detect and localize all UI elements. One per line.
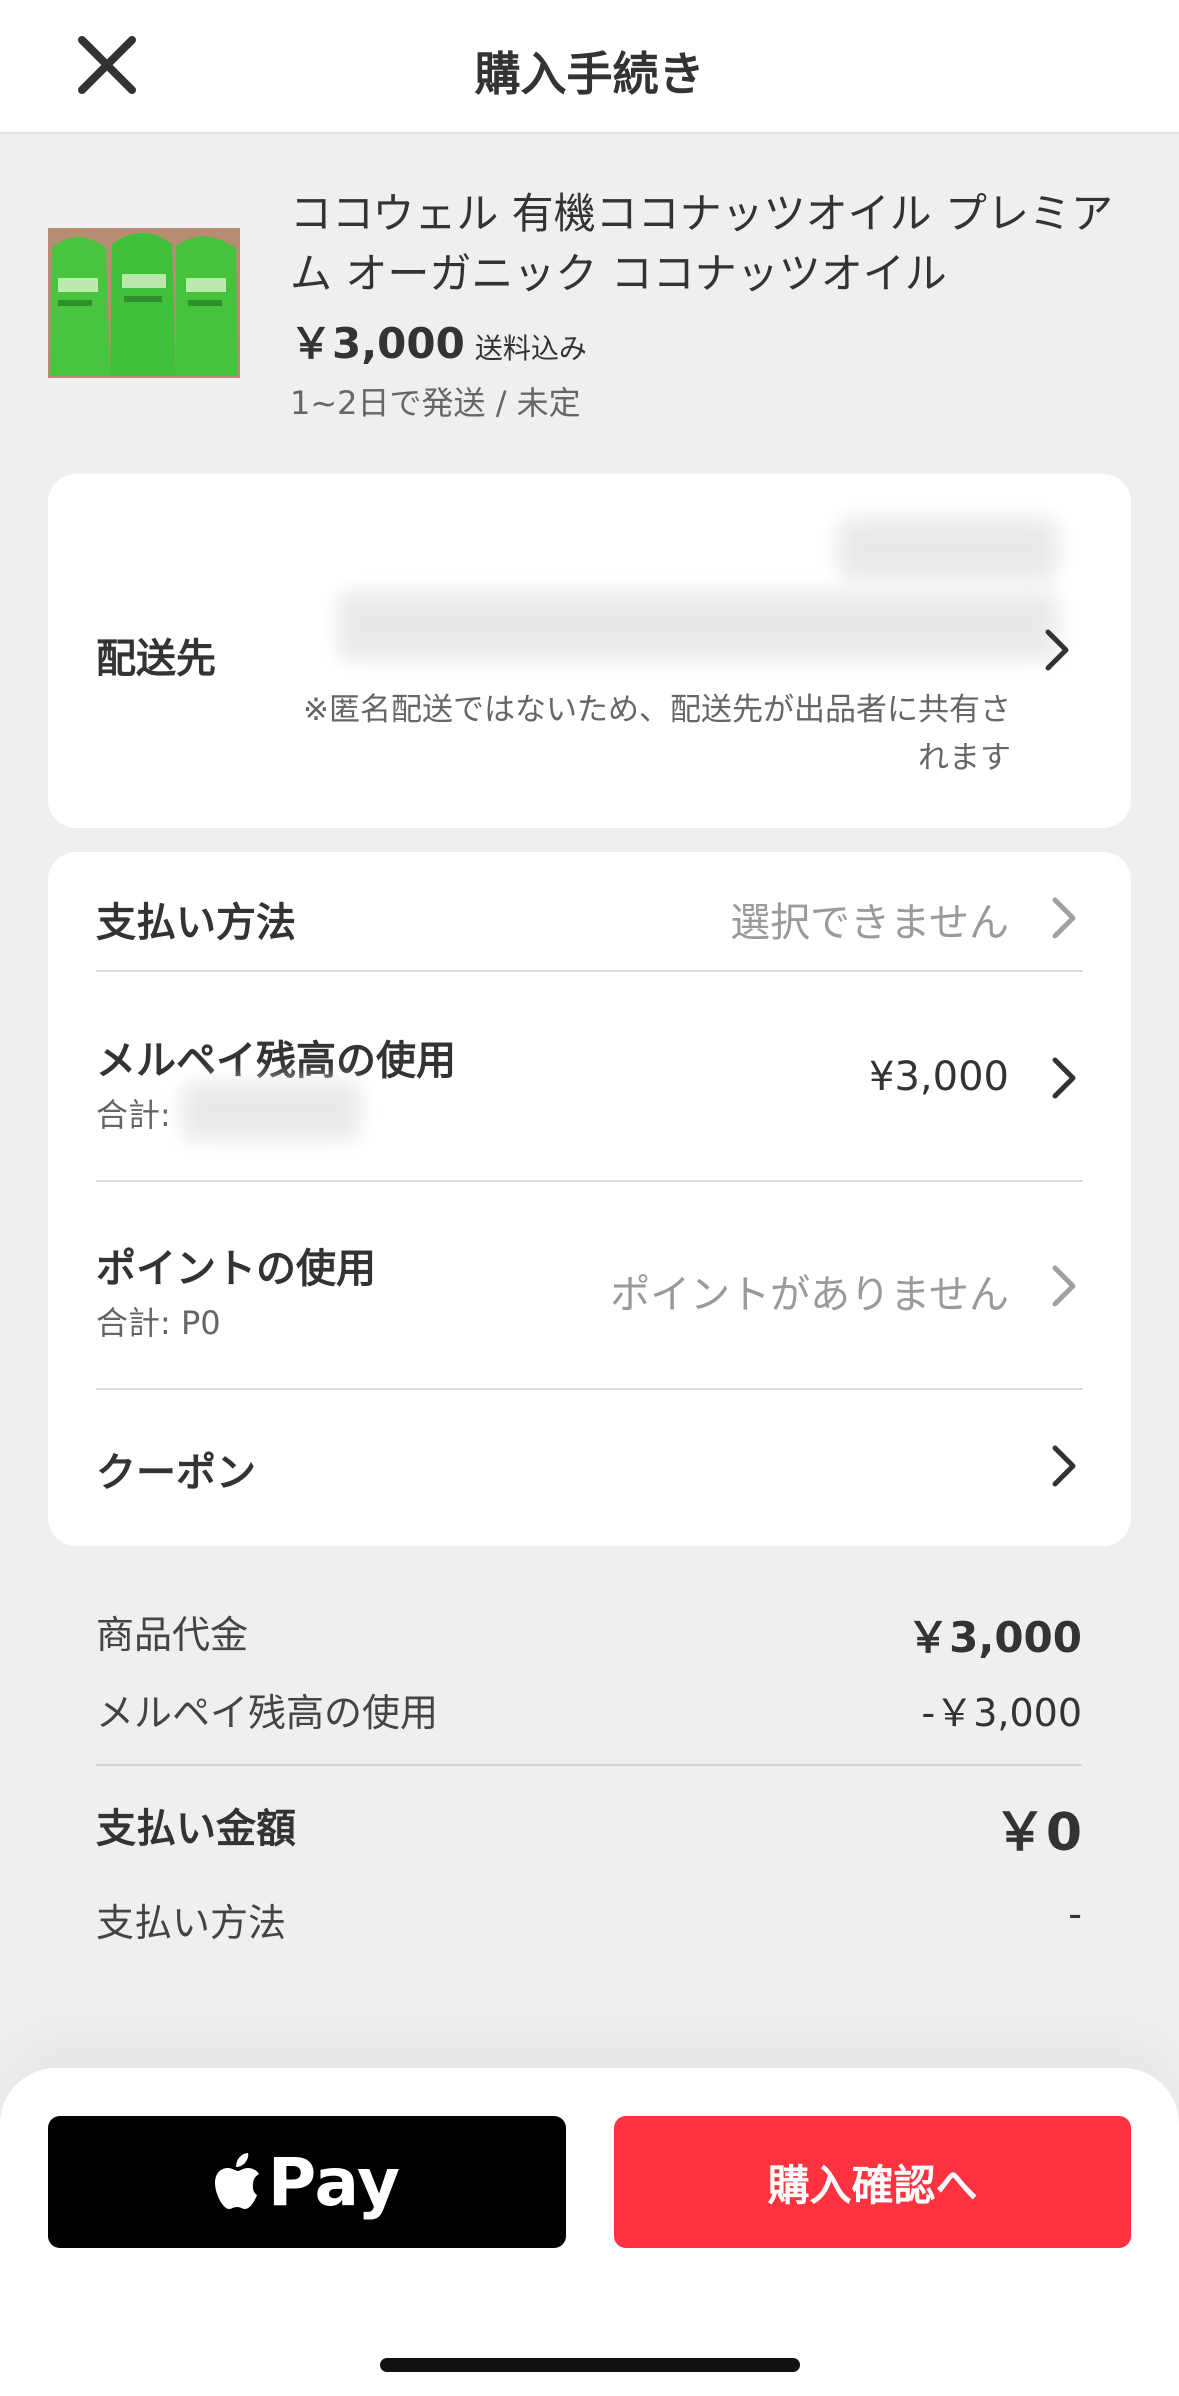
points-label: ポイントの使用 — [96, 1246, 376, 1292]
home-indicator — [380, 2358, 800, 2372]
redacted-name — [838, 518, 1058, 580]
bottom-action-bar: Pay 購入確認へ — [0, 2068, 1179, 2396]
summary-method-label: 支払い方法 — [96, 1901, 287, 1945]
chevron-right-icon — [1043, 1264, 1083, 1308]
apple-logo-icon — [214, 2153, 259, 2209]
coupon-label: クーポン — [96, 1450, 256, 1496]
purchase-confirm-button[interactable]: 購入確認へ — [614, 2116, 1131, 2248]
payment-options-card: 支払い方法 選択できません メルペイ残高の使用 合計: ¥3,000 ポイントの… — [48, 852, 1131, 1546]
points-value: ポイントがありません — [610, 1272, 1009, 1318]
total-value: ￥0 — [993, 1803, 1082, 1863]
item-price-label: 商品代金 — [96, 1613, 249, 1657]
item-summary: ココウェル 有機ココナッツオイル プレミアム オーガニック ココナッツオイル ￥… — [48, 189, 1138, 438]
apple-pay-button[interactable]: Pay — [48, 2116, 566, 2248]
item-price-row: ￥3,000 送料込み — [290, 310, 587, 371]
merpay-balance-row[interactable]: メルペイ残高の使用 合計: ¥3,000 — [96, 972, 1083, 1180]
merpay-balance-value: ¥3,000 — [869, 1054, 1009, 1100]
shipping-address-note: ※匿名配送ではないため、配送先が出品者に共有されます — [303, 692, 1011, 776]
payment-total: 支払い金額 ￥0 支払い方法 - — [96, 1796, 1082, 1976]
redacted-address — [338, 592, 1058, 660]
product-thumbnail — [48, 208, 240, 398]
points-total: 合計: P0 — [96, 1304, 221, 1342]
coupon-row[interactable]: クーポン — [96, 1390, 1083, 1546]
delivery-info: 1~2日で発送 / 未定 — [290, 384, 581, 422]
points-row[interactable]: ポイントの使用 合計: P0 ポイントがありません — [96, 1182, 1083, 1388]
merpay-usage-value: -￥3,000 — [921, 1691, 1083, 1735]
header: 購入手続き — [0, 0, 1179, 134]
payment-method-value: 選択できません — [730, 900, 1009, 946]
item-price: ￥3,000 — [290, 319, 465, 368]
payment-method-row[interactable]: 支払い方法 選択できません — [96, 852, 1083, 970]
redacted-balance — [182, 1082, 360, 1140]
item-price-value: ￥3,000 — [907, 1613, 1082, 1662]
page-title: 購入手続き — [474, 47, 705, 101]
shipping-address-card[interactable]: 配送先 ※匿名配送ではないため、配送先が出品者に共有されます — [48, 474, 1131, 828]
total-label: 支払い金額 — [96, 1806, 296, 1852]
item-title: ココウェル 有機ココナッツオイル プレミアム オーガニック ココナッツオイル — [290, 189, 1114, 298]
chevron-right-icon — [1043, 1056, 1083, 1100]
merpay-balance-total-label: 合計: — [96, 1096, 171, 1134]
merpay-balance-label: メルペイ残高の使用 — [96, 1038, 456, 1084]
shipping-included-label: 送料込み — [474, 332, 587, 365]
apple-pay-label: Pay — [267, 2143, 401, 2221]
chevron-right-icon — [1036, 628, 1076, 672]
chevron-right-icon — [1043, 896, 1083, 940]
shipping-address-label: 配送先 — [96, 636, 216, 682]
summary-method-value: - — [1068, 1892, 1082, 1936]
merpay-usage-label: メルペイ残高の使用 — [96, 1691, 439, 1735]
checkout-screen: 購入手続き ココウェル 有機ココナッツオイル プレミアム オーガニック ココナッ… — [0, 0, 1179, 2396]
summary-divider — [96, 1764, 1082, 1766]
payment-method-label: 支払い方法 — [96, 900, 296, 946]
chevron-right-icon — [1043, 1444, 1083, 1488]
